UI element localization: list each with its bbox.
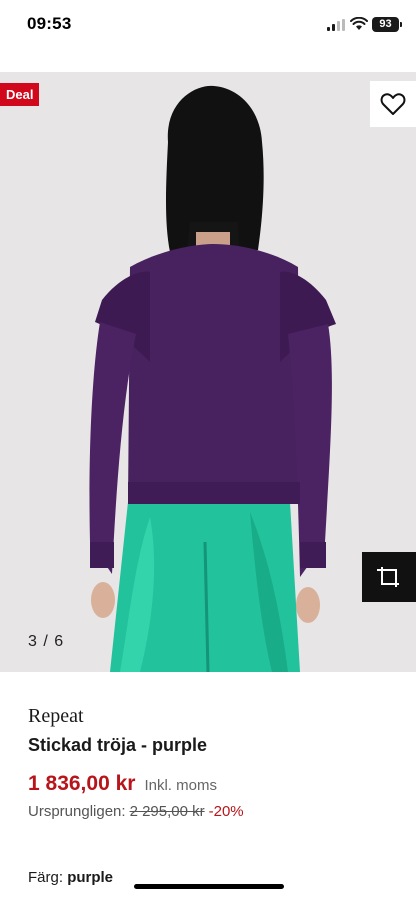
color-selector[interactable]: Färg: purple bbox=[28, 869, 113, 886]
color-value: purple bbox=[67, 869, 114, 886]
product-image-gallery[interactable]: Deal 3 / 6 bbox=[0, 72, 416, 672]
color-label: Färg: bbox=[28, 869, 64, 886]
image-pager: 3 / 6 bbox=[28, 633, 65, 650]
deal-badge: Deal bbox=[0, 83, 40, 106]
heart-icon bbox=[380, 93, 406, 115]
current-price: 1 836,00 kr bbox=[28, 772, 136, 795]
wifi-icon bbox=[350, 17, 368, 30]
product-name: Stickad tröja - purple bbox=[28, 735, 208, 755]
signal-icon bbox=[327, 19, 345, 31]
view-in-room-button[interactable] bbox=[362, 552, 416, 602]
status-time: 09:53 bbox=[27, 14, 72, 33]
ar-view-icon bbox=[377, 567, 399, 587]
original-price-row: Ursprungligen: 2 295,00 kr -20% bbox=[28, 803, 244, 820]
battery-indicator: 93 bbox=[372, 17, 402, 32]
brand-name[interactable]: Repeat bbox=[28, 705, 84, 728]
product-photo bbox=[89, 85, 336, 672]
home-indicator[interactable] bbox=[134, 884, 284, 889]
tax-note: Inkl. moms bbox=[144, 777, 217, 794]
original-price: 2 295,00 kr bbox=[129, 803, 205, 820]
discount-percent: -20% bbox=[208, 803, 244, 820]
price-row: 1 836,00 kr Inkl. moms bbox=[28, 772, 217, 796]
wishlist-button[interactable] bbox=[370, 81, 416, 127]
status-bar: 09:53 93 bbox=[0, 0, 416, 52]
original-price-label: Ursprungligen: bbox=[28, 803, 126, 820]
